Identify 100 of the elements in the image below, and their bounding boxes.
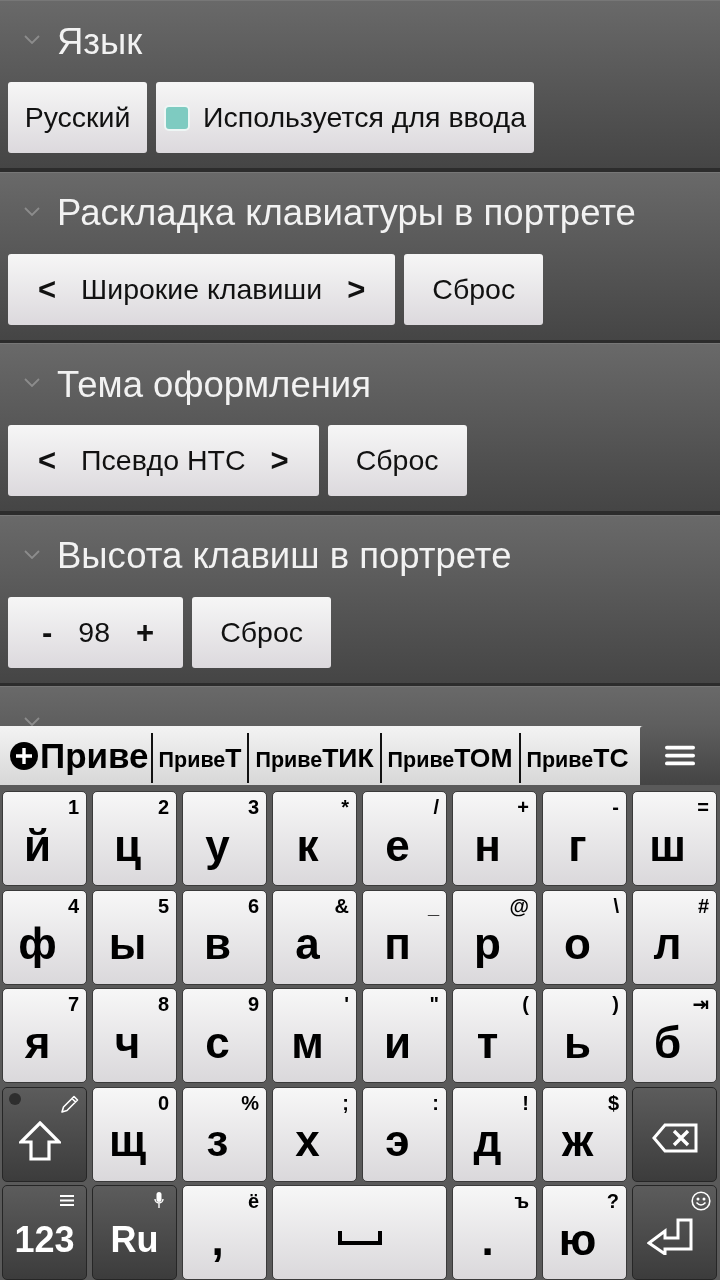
key-hint: ё [247,1190,259,1212]
space-bar-icon [337,1230,382,1245]
key-hint: 1 [67,796,79,818]
section-title: Язык [57,20,143,63]
language-key[interactable]: Ru [92,1185,177,1280]
key-hint: ( [522,993,529,1015]
smiley-icon [691,1191,711,1211]
key-hint: 7 [67,993,79,1015]
key-hint: ' [344,993,349,1015]
menu-button[interactable] [640,726,720,785]
letter-key[interactable]: о \ [542,889,627,985]
option-button[interactable]: Сброс [404,253,544,325]
shift-key[interactable] [2,1086,87,1182]
key-hint: / [433,796,439,818]
letter-key[interactable]: р @ [452,889,537,985]
chevron-down-icon [24,206,40,216]
enter-key[interactable] [632,1185,717,1280]
key-hint: * [341,796,349,818]
letter-key[interactable]: д ! [452,1086,537,1182]
enter-arrow-icon [646,1216,693,1255]
key-hint: _ [427,894,439,917]
letter-key[interactable]: , ё [182,1185,267,1280]
key-hint: 2 [157,796,169,818]
letter-key[interactable]: й 1 [2,791,87,886]
key-hint: = [697,796,709,818]
suggestion-item[interactable]: Приве [0,727,151,784]
letter-key[interactable]: у 3 [182,791,267,886]
shift-arrow-icon [18,1121,61,1161]
key-hint: ; [342,1091,349,1114]
option-button[interactable]: Сброс [327,425,467,496]
key-hint: $ [607,1091,619,1114]
key-hint: 8 [157,993,169,1015]
letter-key[interactable]: л # [632,889,717,985]
letter-key[interactable]: я 7 [2,988,87,1083]
suggestion-item[interactable]: ПривеТОМ [381,727,519,784]
letter-key[interactable]: ц 2 [92,791,177,886]
key-hint: + [517,796,529,818]
letter-key[interactable]: т ( [452,988,537,1083]
key-hint: 4 [67,894,79,917]
suggestion-item[interactable]: ПривеТИК [249,727,380,784]
letter-key[interactable]: б ⇥ [632,988,717,1083]
letter-key[interactable]: ф 4 [2,889,87,985]
letter-key[interactable]: а & [272,889,357,985]
letter-key[interactable]: в 6 [182,889,267,985]
chevron-down-icon [24,549,40,559]
add-word-icon [10,741,38,770]
key-hint: ⇥ [692,993,709,1015]
letter-key[interactable]: ж $ [542,1086,627,1182]
chevron-down-icon [24,717,40,726]
letter-key[interactable]: и " [362,988,447,1083]
letter-key[interactable]: ь ) [542,988,627,1083]
key-hint: 0 [157,1091,169,1114]
key-hint: ъ [514,1190,529,1212]
option-button[interactable]: Сброс [192,596,332,668]
letter-key[interactable]: ю ? [542,1185,627,1280]
key-hint: ) [612,993,619,1015]
backspace-key[interactable] [632,1086,717,1182]
key-hint: : [432,1091,439,1114]
suggestion-item[interactable]: ПривеТ [152,727,248,784]
space-key[interactable] [272,1185,447,1280]
suggestion-item[interactable]: ПривеТС [520,727,635,784]
letter-key[interactable]: е / [362,791,447,886]
next-button[interactable]: > [347,273,366,305]
letter-key[interactable]: н + [452,791,537,886]
key-hint: @ [509,894,529,917]
key-hint: ! [522,1091,529,1114]
key-hint: 5 [157,894,169,917]
letter-key[interactable]: м ' [272,988,357,1083]
letter-key[interactable]: п _ [362,889,447,985]
letter-key[interactable]: с 9 [182,988,267,1083]
letter-key[interactable]: з % [182,1086,267,1182]
letter-key[interactable]: х ; [272,1086,357,1182]
letter-key[interactable]: э : [362,1086,447,1182]
selector-value: Широкие клавиши [81,272,323,306]
key-hint: 3 [247,796,259,818]
menu-icon [60,1195,74,1206]
checkbox-button[interactable]: Используется для ввода [156,82,535,153]
selector-value: Псевдо HTC [81,444,246,477]
key-hint: - [612,796,619,818]
next-button[interactable]: > [270,445,289,476]
previous-button[interactable]: < [38,273,57,305]
letter-key[interactable]: ы 5 [92,889,177,985]
letter-key[interactable]: к * [272,791,357,886]
section-title: Высота клавиш в портрете [57,535,512,577]
letter-key[interactable]: . ъ [452,1185,537,1280]
pencil-icon [60,1093,80,1114]
backspace-icon [651,1123,698,1153]
chevron-down-icon [24,378,40,387]
letter-key[interactable]: ч 8 [92,988,177,1083]
key-hint: # [697,894,709,917]
letter-key[interactable]: г - [542,791,627,886]
increment-button[interactable]: + [136,616,155,648]
key-hint: ? [606,1190,619,1212]
key-hint: \ [613,894,619,917]
decrement-button[interactable]: - [42,616,53,648]
previous-button[interactable]: < [38,445,57,476]
letter-key[interactable]: щ 0 [92,1086,177,1182]
symbols-key[interactable]: 123 [2,1185,87,1280]
letter-key[interactable]: ш = [632,791,717,886]
option-button[interactable]: Русский [8,82,147,153]
